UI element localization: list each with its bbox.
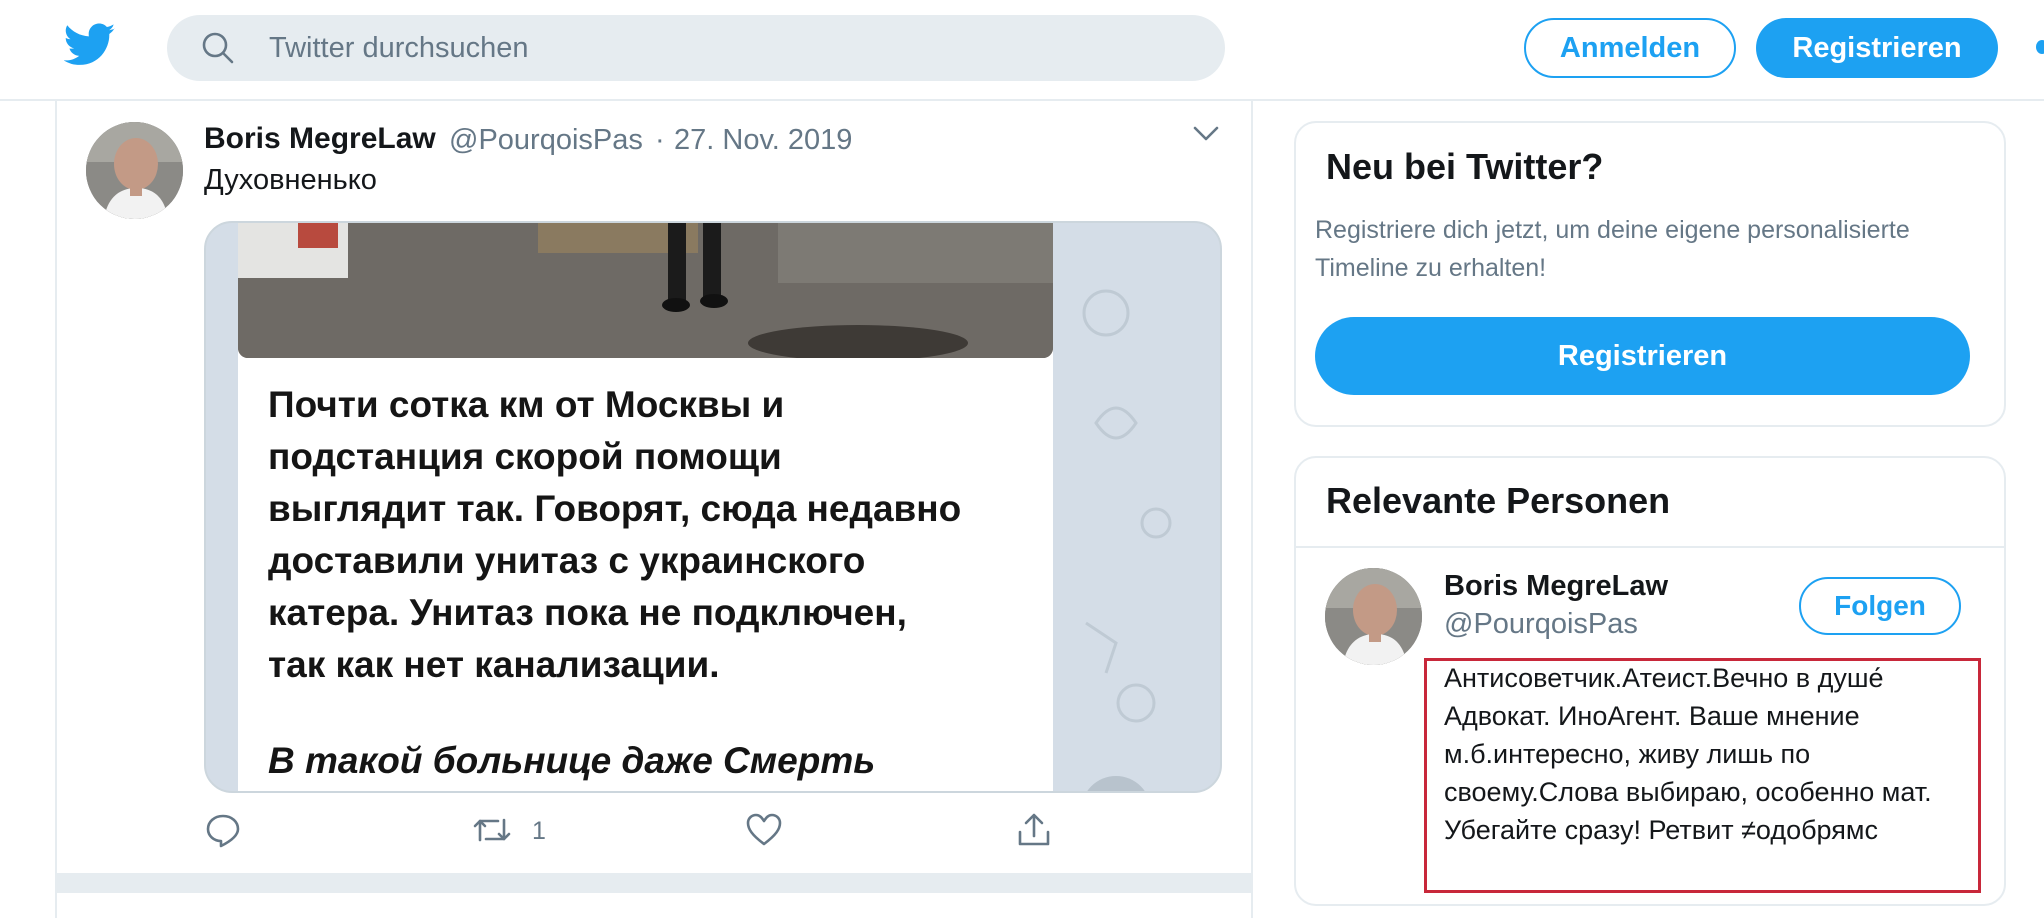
top-navigation-bar: Twitter durchsuchen Anmelden Registriere… bbox=[0, 0, 2044, 101]
image-text-italic: В такой больнице даже Смерть bbox=[268, 740, 876, 781]
person-handle[interactable]: @PourqoisPas bbox=[1444, 608, 1638, 641]
like-icon[interactable] bbox=[746, 812, 782, 848]
image-text-block: Почти сотка км от Москвы и подстанция ск… bbox=[268, 379, 1038, 691]
person-bio: Антисоветчик.Атеист.Вечно в душе́ Адвока… bbox=[1444, 663, 1932, 845]
retweet-count: 1 bbox=[532, 817, 546, 845]
separator-dot: · bbox=[655, 124, 665, 156]
timeline-separator bbox=[57, 873, 1251, 893]
photo-strip bbox=[238, 223, 1053, 358]
person-name[interactable]: Boris MegreLaw bbox=[1444, 570, 1668, 603]
chevron-down-icon[interactable] bbox=[1193, 126, 1219, 142]
image-text-line: доставили унитаз с украинского bbox=[268, 540, 866, 581]
avatar[interactable] bbox=[86, 122, 183, 219]
tweet-author-name[interactable]: Boris MegreLaw bbox=[204, 122, 436, 156]
image-text-line: подстанция скорой помощи bbox=[268, 436, 782, 477]
new-card-title: Neu bei Twitter? bbox=[1326, 146, 1604, 187]
register-cta-button[interactable]: Registrieren bbox=[1315, 317, 1970, 395]
twitter-bird-icon[interactable] bbox=[64, 22, 116, 68]
reply-icon[interactable] bbox=[205, 812, 241, 848]
follow-button[interactable]: Folgen bbox=[1799, 577, 1961, 635]
image-text-line: выглядит так. Говорят, сюда недавно bbox=[268, 488, 962, 529]
tweet-date[interactable]: 27. Nov. 2019 bbox=[674, 124, 852, 157]
new-card-description: Registriere dich jetzt, um deine eigene … bbox=[1315, 216, 1910, 282]
search-input[interactable]: Twitter durchsuchen bbox=[269, 32, 529, 65]
avatar[interactable] bbox=[1325, 568, 1422, 665]
tweet-author-handle[interactable]: @PourqoisPas bbox=[449, 124, 643, 157]
image-text-line: так как нет канализации. bbox=[268, 644, 720, 685]
image-text-line: катера. Унитаз пока не подключен, bbox=[268, 592, 907, 633]
search-bar[interactable]: Twitter durchsuchen bbox=[167, 15, 1225, 81]
doodle-pattern bbox=[1082, 289, 1172, 723]
tweet-media-image[interactable]: Почти сотка км от Москвы и подстанция ск… bbox=[204, 221, 1222, 793]
register-button[interactable]: Registrieren bbox=[1756, 18, 1998, 78]
language-icon[interactable] bbox=[2036, 40, 2044, 54]
login-button[interactable]: Anmelden bbox=[1524, 18, 1736, 78]
divider bbox=[1296, 546, 2004, 548]
relevant-card-title: Relevante Personen bbox=[1326, 480, 1671, 521]
tweet-text: Духовненько bbox=[204, 164, 377, 196]
share-icon[interactable] bbox=[1016, 812, 1052, 848]
search-icon bbox=[202, 32, 234, 64]
retweet-icon[interactable] bbox=[472, 812, 512, 848]
image-text-line: Почти сотка км от Москвы и bbox=[268, 384, 785, 425]
